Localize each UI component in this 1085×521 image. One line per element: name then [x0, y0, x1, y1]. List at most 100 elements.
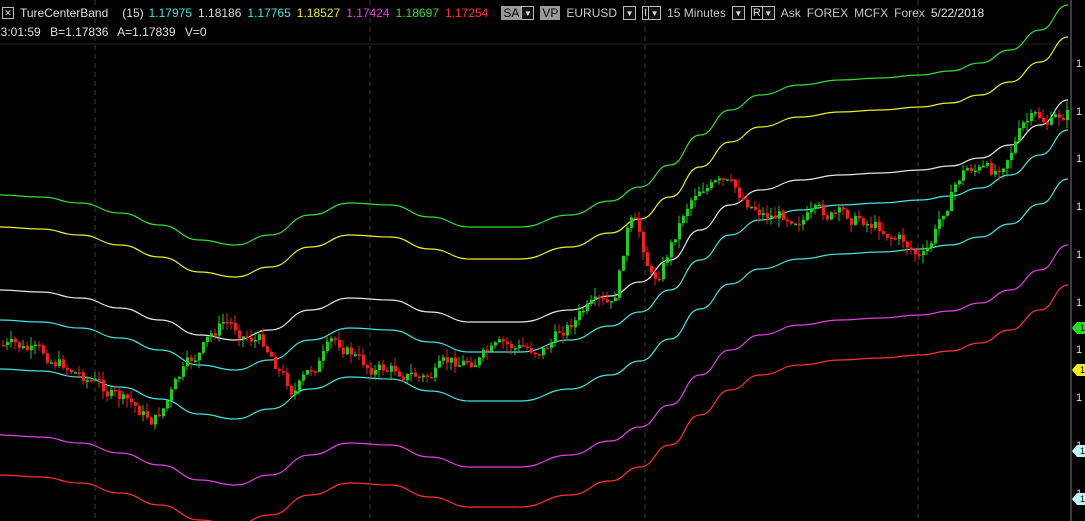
candle-body — [610, 301, 613, 303]
candle-body — [502, 339, 505, 342]
candle-body — [110, 390, 113, 397]
candle-body — [534, 352, 537, 355]
candle-body — [222, 321, 225, 324]
candle-body — [906, 241, 909, 248]
candle-body — [218, 323, 221, 336]
candle-body — [658, 278, 661, 281]
sa-dropdown-icon[interactable]: ▼ — [521, 6, 535, 20]
candle-body — [690, 200, 693, 209]
candle-body — [542, 347, 545, 356]
candle-body — [78, 372, 81, 374]
candle-body — [710, 182, 713, 188]
candle-body — [522, 345, 525, 347]
candle-body — [886, 233, 889, 238]
study-value-3: 1.17765 — [247, 6, 291, 20]
r-dropdown-icon[interactable]: ▼ — [761, 6, 775, 20]
candle-body — [718, 178, 721, 181]
candle-body — [1042, 117, 1045, 123]
y-tick: 1 — [1076, 58, 1083, 70]
candle-body — [14, 338, 17, 343]
candle-body — [750, 206, 753, 209]
candle-body — [202, 342, 205, 353]
candle-body — [42, 345, 45, 354]
candle-body — [74, 372, 77, 374]
candle-body — [778, 211, 781, 219]
center-line — [0, 99, 1069, 341]
candle-body — [106, 391, 109, 397]
candle-body — [234, 323, 237, 331]
price-chart[interactable] — [0, 0, 1085, 521]
candle-body — [402, 376, 405, 381]
y-tick: 1 — [1076, 201, 1083, 213]
candle-body — [762, 213, 765, 216]
candle-body — [338, 339, 341, 348]
sa-button[interactable]: SA — [501, 6, 522, 20]
candle-body — [166, 400, 169, 409]
candle-body — [646, 252, 649, 267]
candle-body — [274, 356, 277, 369]
candle-body — [674, 239, 677, 243]
candle-body — [350, 347, 353, 355]
candle-body — [426, 375, 429, 377]
candle-body — [474, 365, 477, 368]
candle-body — [410, 372, 413, 375]
candle-body — [622, 255, 625, 271]
candle-body — [270, 351, 273, 357]
candle-body — [346, 347, 349, 355]
i-dropdown-icon[interactable]: ▼ — [648, 6, 662, 20]
candle-body — [318, 360, 321, 372]
candle-body — [58, 359, 61, 367]
candle-body — [226, 321, 229, 324]
candle-body — [678, 223, 681, 240]
study-value-2: 1.18186 — [198, 6, 242, 20]
candle-body — [186, 357, 189, 367]
center-lower-line — [0, 178, 1069, 420]
candle-body — [154, 414, 157, 425]
candle-body — [562, 332, 565, 336]
candle-body — [898, 234, 901, 240]
candle-body — [950, 191, 953, 212]
candle-body — [606, 299, 609, 303]
candle-body — [578, 311, 581, 321]
candle-body — [490, 345, 493, 352]
candle-body — [854, 215, 857, 225]
candle-body — [570, 325, 573, 328]
candle-body — [194, 360, 197, 362]
candle-body — [874, 221, 877, 228]
candle-body — [238, 330, 241, 339]
candle-body — [714, 180, 717, 183]
candle-body — [614, 297, 617, 302]
candle-body — [458, 365, 461, 367]
close-icon[interactable]: ✕ — [2, 7, 14, 19]
candle-body — [130, 398, 133, 403]
timeframe-dropdown-icon[interactable]: ▼ — [731, 6, 745, 20]
candle-body — [866, 223, 869, 226]
candle-body — [766, 213, 769, 218]
candle-body — [770, 215, 773, 218]
candle-body — [230, 322, 233, 324]
candle-body — [998, 170, 1001, 173]
candle-body — [498, 339, 501, 343]
candle-body — [914, 250, 917, 255]
candle-body — [558, 331, 561, 333]
candle-body — [162, 408, 165, 417]
candle-body — [494, 342, 497, 346]
candle-body — [926, 247, 929, 252]
candle-body — [618, 270, 621, 298]
candle-body — [594, 296, 597, 300]
candle-body — [138, 405, 141, 416]
candle-body — [190, 357, 193, 361]
candle-body — [422, 375, 425, 378]
candle-body — [954, 184, 957, 192]
candle-body — [54, 362, 57, 367]
candle-body — [246, 336, 249, 338]
candle-body — [250, 337, 253, 342]
vp-button[interactable]: VP — [540, 6, 561, 20]
candle-body — [970, 168, 973, 172]
candle-body — [626, 228, 629, 256]
candle-body — [798, 223, 801, 226]
y-tick: 1 — [1076, 249, 1083, 261]
symbol-dropdown-icon[interactable]: ▼ — [623, 6, 637, 20]
candle-body — [370, 367, 373, 375]
symbol-label: EURUSD — [566, 6, 618, 20]
